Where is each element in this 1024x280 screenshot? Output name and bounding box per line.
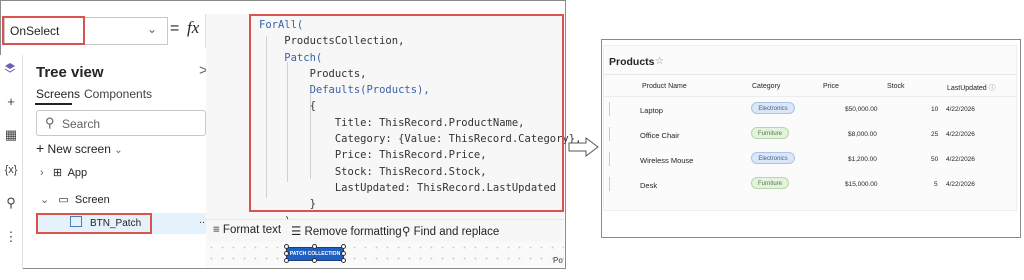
formula-highlight [249, 14, 564, 212]
tree-item-app[interactable]: › ⊞ App [40, 166, 87, 179]
tree-item-btn-patch[interactable]: BTN_Patch [90, 218, 141, 229]
cell-price: $15,000.00 [845, 181, 878, 188]
remove-formatting-button[interactable]: ☰ Remove formatting [291, 224, 402, 238]
list-title: Products [609, 56, 655, 68]
plus-icon: + [36, 140, 45, 156]
resize-handle[interactable] [312, 244, 317, 249]
chevron-down-icon: ⌄ [114, 145, 123, 156]
resize-handle[interactable] [284, 251, 289, 256]
app-icon: ⊞ [52, 167, 63, 179]
search-icon: ⚲ [402, 226, 411, 238]
column-header-price[interactable]: Price [823, 83, 839, 90]
format-text-icon: ≡ [213, 224, 220, 236]
chevron-down-icon[interactable]: ⌄ [147, 22, 157, 36]
tab-components[interactable]: Components [84, 87, 152, 101]
tree-view-title: Tree view [36, 64, 104, 81]
resize-handle[interactable] [284, 244, 289, 249]
column-header-label: LastUpdated [947, 85, 987, 92]
divider [604, 74, 1016, 75]
column-header-lastupdated[interactable]: LastUpdated ⓘ [947, 83, 996, 93]
cell-stock: 25 [931, 131, 939, 138]
fx-icon[interactable]: fx [187, 18, 199, 38]
new-screen-label: New screen [47, 142, 111, 156]
canvas-corner-text: Po [553, 256, 563, 265]
column-header-stock[interactable]: Stock [887, 83, 905, 90]
column-header-category[interactable]: Category [752, 83, 780, 90]
cell-price: $8,000.00 [848, 131, 877, 138]
button-control-icon [70, 216, 82, 227]
row-indicator [609, 127, 610, 141]
layers-icon[interactable] [4, 62, 16, 74]
cell-stock: 10 [931, 106, 939, 113]
more-icon[interactable]: ⋮ [3, 229, 19, 245]
header-divider [604, 96, 1016, 97]
cell-name: Office Chair [640, 131, 680, 140]
cell-updated: 4/22/2026 [946, 131, 975, 138]
screen-label: Screen [74, 194, 110, 206]
chevron-right-icon: › [40, 167, 44, 179]
table-icon[interactable]: ▦ [3, 127, 19, 143]
resize-handle[interactable] [341, 244, 346, 249]
remove-formatting-icon: ☰ [291, 226, 302, 238]
resize-handle[interactable] [284, 258, 289, 263]
format-text-label: Format text [222, 224, 282, 236]
arrow-right-icon [568, 137, 599, 157]
tab-underline [35, 103, 72, 105]
find-replace-label: Find and replace [413, 226, 500, 238]
cell-stock: 5 [934, 181, 938, 188]
remove-formatting-label: Remove formatting [304, 226, 402, 238]
variables-icon[interactable]: {x} [3, 162, 19, 178]
category-badge: Furniture [751, 177, 789, 189]
search-icon: ⚲ [45, 115, 55, 130]
chevron-down-icon: ⌄ [40, 194, 50, 206]
star-icon[interactable]: ☆ [655, 56, 664, 67]
app-label: App [67, 167, 88, 179]
screen-icon: ▭ [58, 194, 69, 206]
search-rail-icon[interactable]: ⚲ [3, 195, 19, 211]
row-indicator [609, 102, 610, 116]
plus-icon[interactable]: + [3, 94, 19, 110]
cell-name: Desk [640, 181, 658, 190]
resize-handle[interactable] [312, 258, 317, 263]
cell-updated: 4/22/2026 [946, 156, 975, 163]
format-text-button[interactable]: ≡ Format text [213, 224, 281, 236]
new-screen-button[interactable]: + New screen ⌄ [36, 140, 123, 156]
resize-handle[interactable] [341, 251, 346, 256]
cell-price: $50,000.00 [845, 106, 878, 113]
column-header-product-name[interactable]: Product Name [642, 83, 687, 90]
canvas-area [206, 242, 564, 268]
cell-name: Laptop [640, 106, 663, 115]
category-badge: Electronics [751, 102, 795, 114]
category-badge: Electronics [751, 152, 795, 164]
search-placeholder: Search [62, 117, 101, 131]
property-value: OnSelect [10, 24, 60, 38]
tree-item-screen[interactable]: ⌄ ▭ Screen [40, 193, 110, 206]
cell-stock: 50 [931, 156, 939, 163]
cell-updated: 4/22/2026 [946, 181, 975, 188]
cell-updated: 4/22/2026 [946, 106, 975, 113]
tab-screens[interactable]: Screens [36, 87, 80, 101]
resize-handle[interactable] [341, 258, 346, 263]
equals-sign: = [170, 20, 180, 37]
info-icon: ⓘ [988, 85, 996, 92]
row-indicator [609, 152, 610, 166]
cell-price: $1,200.00 [848, 156, 877, 163]
cell-name: Wireless Mouse [640, 156, 694, 165]
find-replace-button[interactable]: ⚲ Find and replace [402, 224, 499, 238]
row-indicator [609, 177, 610, 191]
category-badge: Furniture [751, 127, 789, 139]
